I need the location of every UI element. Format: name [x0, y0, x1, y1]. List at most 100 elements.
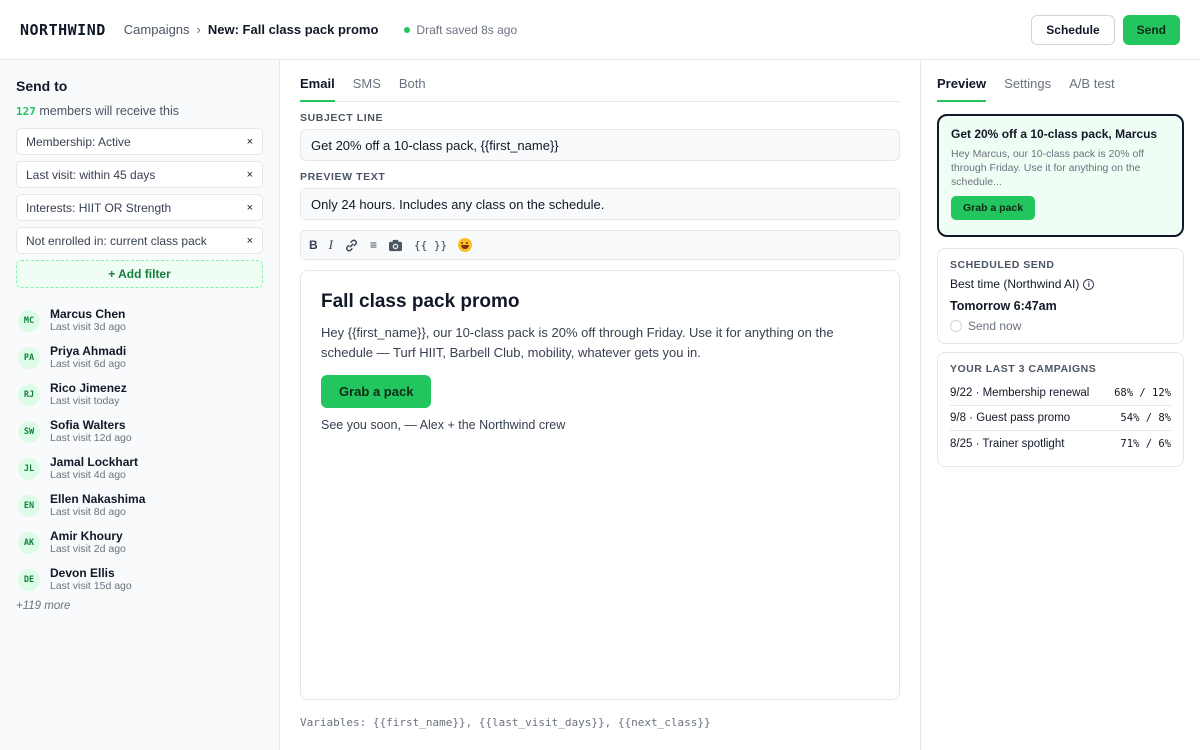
tab-both[interactable]: Both [399, 74, 426, 102]
remove-filter-icon[interactable]: × [247, 202, 253, 214]
inbox-preview-card: Get 20% off a 10-class pack, Marcus Hey … [937, 114, 1184, 237]
avatar: AK [18, 531, 40, 554]
remove-filter-icon[interactable]: × [247, 235, 253, 247]
campaign-name: 9/8 · Guest pass promo [950, 412, 1071, 424]
email-heading: Fall class pack promo [321, 291, 520, 312]
preview-body: Hey Marcus, our 10-class pack is 20% off… [951, 148, 1144, 188]
preview-tabs: Preview Settings A/B test [937, 74, 1184, 102]
member-name: Amir Khoury [50, 529, 123, 543]
bold-button[interactable]: B [309, 238, 318, 252]
header-actions: Schedule Send [1031, 14, 1180, 45]
image-icon[interactable] [388, 239, 403, 252]
tab-email[interactable]: Email [300, 74, 335, 102]
member-last-visit: Last visit 15d ago [50, 580, 132, 592]
member-last-visit: Last visit today [50, 395, 120, 407]
scheduled-time: Tomorrow 6:47am [950, 299, 1057, 313]
more-members-link[interactable]: +119 more [16, 600, 263, 612]
avatar: DE [18, 568, 40, 591]
subject-line-input[interactable]: Get 20% off a 10-class pack, {{first_nam… [300, 129, 900, 161]
campaign-stats: 54% / 8% [1120, 412, 1171, 424]
breadcrumb-separator: › [196, 22, 201, 37]
draft-status-text: Draft saved 8s ago [416, 22, 518, 37]
member-list: MC Marcus Chen Last visit 3d ago PA Priya… [16, 302, 263, 598]
recipient-count: 127 [16, 105, 36, 118]
send-button[interactable]: Send [1122, 14, 1180, 45]
member-list-item[interactable]: JL Jamal Lockhart Last visit 4d ago [16, 450, 263, 487]
member-last-visit: Last visit 2d ago [50, 543, 126, 555]
member-last-visit: Last visit 12d ago [50, 432, 132, 444]
preview-text-label: PREVIEW TEXT [300, 171, 386, 183]
status-dot-icon [404, 26, 411, 33]
avatar: RJ [18, 383, 40, 406]
campaign-row[interactable]: 9/8 · Guest pass promo 54% / 8% [950, 406, 1171, 431]
tab-ab-test[interactable]: A/B test [1069, 74, 1115, 102]
member-list-item[interactable]: RJ Rico Jimenez Last visit today [16, 376, 263, 413]
filter-chip[interactable]: Membership: Active × [16, 128, 263, 155]
email-body-text: Hey {{first_name}}, our 10-class pack is… [321, 325, 834, 360]
filter-chip[interactable]: Last visit: within 45 days × [16, 161, 263, 188]
preview-panel: Preview Settings A/B test Get 20% off a … [920, 60, 1200, 750]
filter-label: Membership: Active [26, 134, 131, 149]
member-name: Priya Ahmadi [50, 344, 127, 358]
email-signoff: See you soon, — Alex + the Northwind cre… [321, 418, 566, 432]
send-now-radio[interactable] [950, 320, 962, 332]
member-list-item[interactable]: PA Priya Ahmadi Last visit 6d ago [16, 339, 263, 376]
recipient-summary-text: members will receive this [35, 104, 179, 118]
member-list-item[interactable]: SW Sofia Walters Last visit 12d ago [16, 413, 263, 450]
subject-line-label: SUBJECT LINE [300, 112, 384, 124]
campaign-stats: 68% / 12% [1114, 387, 1171, 399]
member-name: Jamal Lockhart [50, 455, 139, 469]
member-list-item[interactable]: MC Marcus Chen Last visit 3d ago [16, 302, 263, 339]
tab-sms[interactable]: SMS [353, 74, 381, 102]
remove-filter-icon[interactable]: × [247, 169, 253, 181]
breadcrumb-campaigns-link[interactable]: Campaigns [124, 22, 190, 37]
member-name: Marcus Chen [50, 307, 126, 321]
channel-tabs: Email SMS Both [300, 74, 900, 102]
member-list-item[interactable]: AK Amir Khoury Last visit 2d ago [16, 524, 263, 561]
logo[interactable]: NORTHWIND [20, 21, 106, 39]
campaign-name: 8/25 · Trainer spotlight [950, 437, 1065, 450]
list-button[interactable]: ≡ [370, 238, 377, 252]
campaign-row[interactable]: 8/25 · Trainer spotlight 71% / 6% [950, 431, 1171, 456]
insert-variable-button[interactable]: {{ }} [414, 239, 447, 252]
tab-preview[interactable]: Preview [937, 74, 987, 102]
member-name: Sofia Walters [50, 418, 126, 432]
italic-button[interactable]: I [329, 237, 333, 253]
member-last-visit: Last visit 8d ago [50, 506, 126, 518]
campaign-row[interactable]: 9/22 · Membership renewal 68% / 12% [950, 381, 1171, 406]
past-campaigns-card: YOUR LAST 3 CAMPAIGNS 9/22 · Membership … [937, 352, 1184, 467]
scheduled-send-card: SCHEDULED SEND Best time (Northwind AI) … [937, 248, 1184, 344]
preview-subject: Get 20% off a 10-class pack, Marcus [951, 127, 1158, 141]
filter-label: Not enrolled in: current class pack [26, 233, 207, 248]
email-body-editor[interactable]: Fall class pack promo Hey {{first_name}}… [300, 270, 900, 700]
send-now-option[interactable]: Send now [950, 319, 1171, 333]
best-time-option[interactable]: Best time (Northwind AI) i [950, 277, 1171, 291]
filter-chip[interactable]: Not enrolled in: current class pack × [16, 227, 263, 254]
link-icon[interactable] [344, 238, 359, 253]
filter-chip[interactable]: Interests: HIIT OR Strength × [16, 194, 263, 221]
format-toolbar: B I ≡ {{ }} [300, 230, 900, 260]
top-bar: NORTHWIND Campaigns › New: Fall class pa… [0, 0, 1200, 60]
preview-text-input[interactable]: Only 24 hours. Includes any class on the… [300, 188, 900, 220]
member-list-item[interactable]: DE Devon Ellis Last visit 15d ago [16, 561, 263, 598]
variables-hint: Variables: {{first_name}}, {{last_visit_… [300, 716, 711, 729]
member-list-item[interactable]: EN Ellen Nakashima Last visit 8d ago [16, 487, 263, 524]
email-cta-button[interactable]: Grab a pack [321, 375, 432, 408]
member-name: Devon Ellis [50, 566, 115, 580]
schedule-button[interactable]: Schedule [1031, 14, 1115, 45]
filter-label: Last visit: within 45 days [26, 167, 156, 182]
audience-panel: Send to 127 members will receive this Me… [0, 60, 280, 750]
emoji-icon[interactable] [458, 238, 473, 252]
avatar: PA [18, 346, 40, 369]
scheduled-send-title: SCHEDULED SEND [950, 259, 1055, 271]
add-filter-button[interactable]: + Add filter [16, 260, 263, 288]
send-now-label: Send now [968, 319, 1022, 333]
audience-title: Send to [16, 78, 68, 94]
preview-cta-button: Grab a pack [951, 196, 1036, 220]
info-icon[interactable]: i [1083, 278, 1095, 290]
avatar: JL [18, 457, 40, 480]
best-time-label: Best time (Northwind AI) [950, 277, 1080, 291]
tab-settings[interactable]: Settings [1004, 74, 1051, 102]
remove-filter-icon[interactable]: × [247, 136, 253, 148]
filter-label: Interests: HIIT OR Strength [26, 200, 172, 215]
